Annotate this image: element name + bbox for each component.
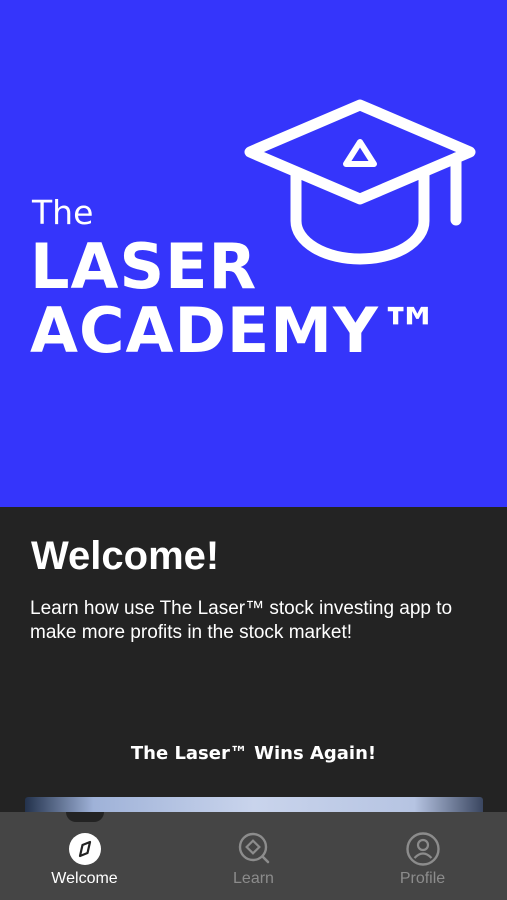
welcome-description: Learn how use The Laser™ stock investing… <box>30 598 453 643</box>
tab-profile[interactable]: Profile <box>338 812 507 900</box>
logo-line-academy: ACADEMY™ <box>30 294 442 367</box>
tab-profile-label: Profile <box>399 870 446 887</box>
logo-line-laser: LASER <box>30 230 258 303</box>
welcome-section: Welcome! Learn how use The Laser™ stock … <box>0 507 507 817</box>
tab-welcome[interactable]: Welcome <box>0 812 169 900</box>
logo-line-the: The <box>32 193 94 232</box>
search-icon <box>238 832 269 864</box>
tab-learn-label: Learn <box>233 870 274 887</box>
profile-icon <box>405 832 440 866</box>
welcome-title: Welcome! <box>31 534 220 578</box>
graduation-cap-icon <box>244 99 476 265</box>
compass-icon <box>68 833 101 865</box>
tab-learn[interactable]: Learn <box>169 812 338 900</box>
active-tab-notch <box>66 812 104 822</box>
bottom-tab-bar: Welcome Learn Profile <box>0 812 507 900</box>
video-title: The Laser™ Wins Again! <box>130 743 377 764</box>
hero-banner: The LASER ACADEMY™ <box>0 0 507 507</box>
tab-welcome-label: Welcome <box>51 870 118 887</box>
